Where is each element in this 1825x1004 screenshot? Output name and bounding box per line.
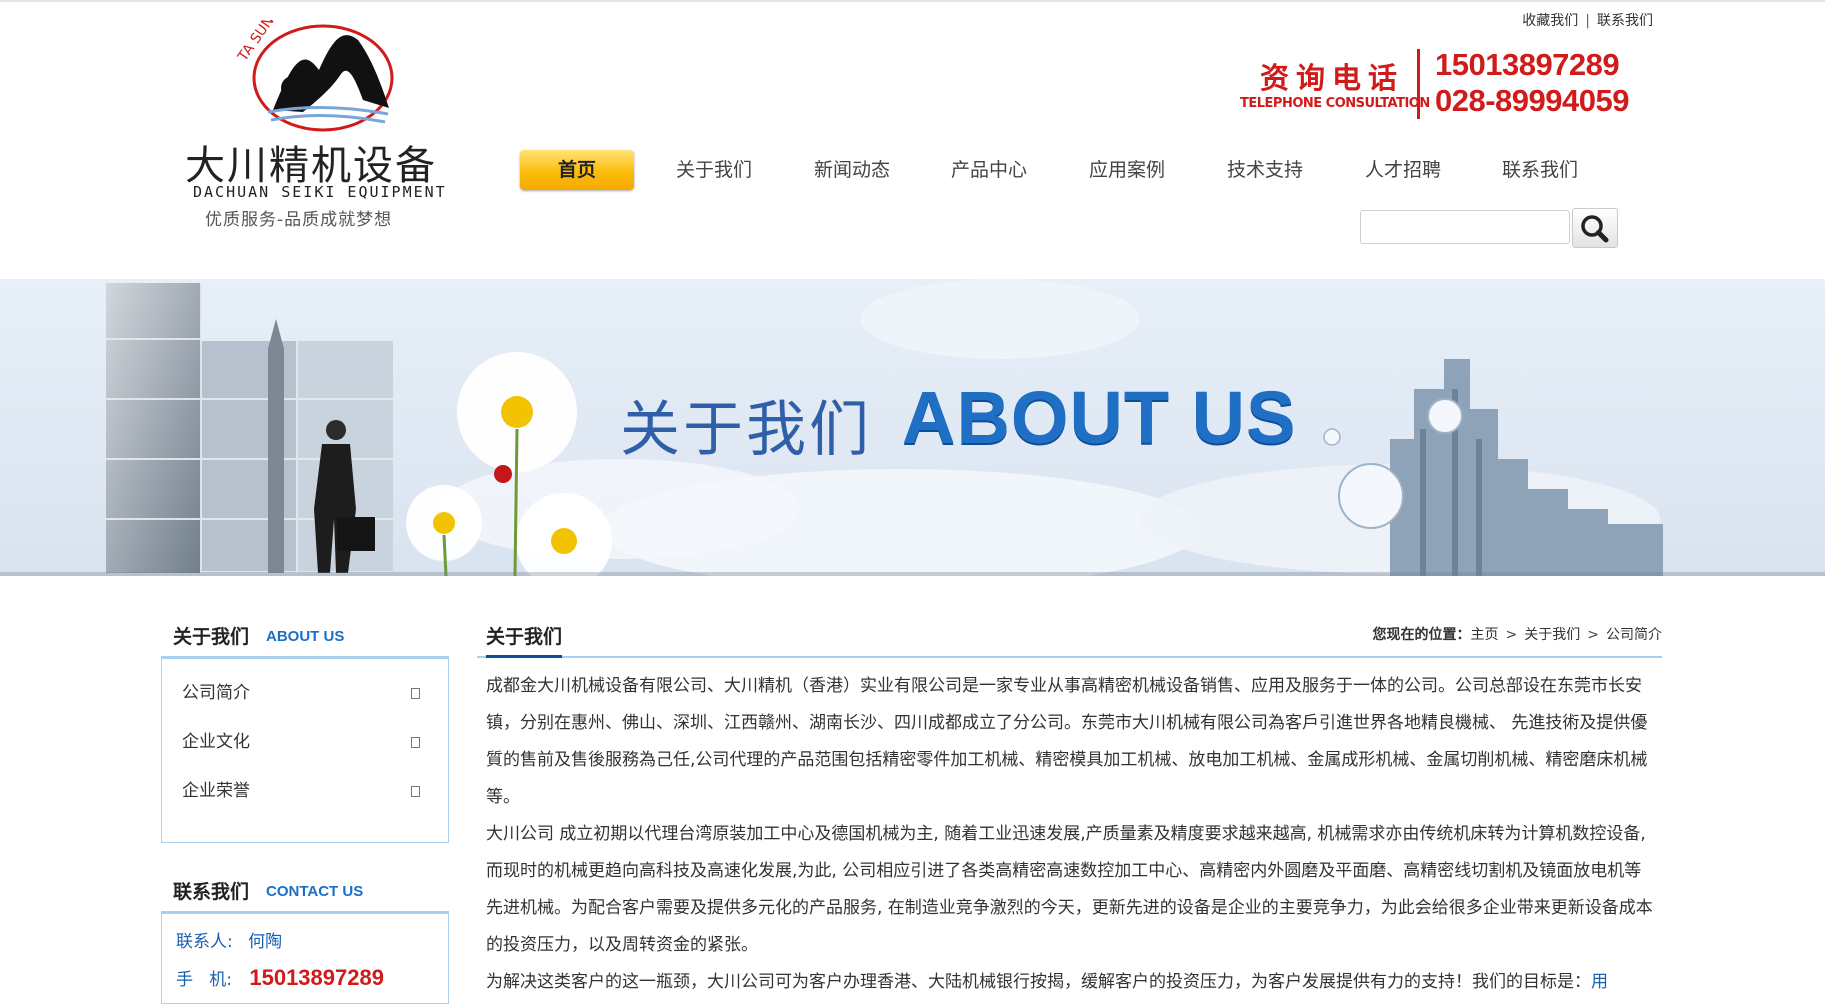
article-paragraph: 大川公司 成立初期以代理台湾原装加工中心及德国机械为主, 随着工业迅速发展,产质… bbox=[486, 824, 1653, 955]
bookmark-link[interactable]: 收藏我们 bbox=[1522, 13, 1578, 29]
logo-slogan: 优质服务-品质成就梦想 bbox=[205, 210, 393, 230]
nav-item-about[interactable]: 关于我们 bbox=[676, 150, 752, 190]
nav-item-home[interactable]: 首页 bbox=[520, 150, 634, 190]
nav-item-contact[interactable]: 联系我们 bbox=[1502, 150, 1578, 190]
search-input[interactable] bbox=[1360, 210, 1570, 244]
sidebar-contact-title-cn: 联系我们 bbox=[173, 881, 250, 903]
breadcrumb-home[interactable]: 主页 bbox=[1471, 627, 1499, 643]
page-title: 关于我们 bbox=[486, 622, 563, 658]
search-button[interactable] bbox=[1572, 208, 1618, 248]
nav-item-jobs[interactable]: 人才招聘 bbox=[1365, 150, 1441, 190]
contact-top-link[interactable]: 联系我们 bbox=[1597, 13, 1653, 29]
sidebar-about-header: 关于我们 ABOUT US bbox=[161, 616, 449, 659]
sidebar-about-title-en: ABOUT US bbox=[266, 628, 345, 645]
sidebar-contact-title-en: CONTACT US bbox=[266, 883, 364, 900]
contact-mobile: 手 机: 15013897289 bbox=[162, 960, 448, 996]
nav-item-news[interactable]: 新闻动态 bbox=[814, 150, 890, 190]
top-links-separator: | bbox=[1585, 13, 1590, 29]
breadcrumb-current[interactable]: 公司简介 bbox=[1606, 627, 1662, 643]
contact-person-value: 何陶 bbox=[248, 932, 283, 952]
top-links: 收藏我们 | 联系我们 bbox=[1522, 10, 1653, 30]
site-logo[interactable]: TA SUN 大川精机设备 DACHUAN SEIKI EQUIPMENT 优质… bbox=[183, 20, 453, 230]
about-banner: 关于我们 ABOUT US bbox=[0, 279, 1825, 576]
nav-item-support[interactable]: 技术支持 bbox=[1227, 150, 1303, 190]
banner-bottom-shadow bbox=[0, 572, 1825, 576]
sidebar-item-profile[interactable]: 公司简介 bbox=[162, 669, 448, 718]
sidebar-about-title-cn: 关于我们 bbox=[173, 626, 250, 648]
contact-mobile-value: 15013897289 bbox=[249, 965, 384, 990]
logo-mark-icon: TA SUN bbox=[235, 20, 394, 132]
breadcrumb-prefix: 您现在的位置： bbox=[1372, 627, 1471, 643]
main-header: 关于我们 您现在的位置：主页 > 关于我们 > 公司简介 bbox=[477, 616, 1662, 658]
square-icon bbox=[411, 737, 420, 748]
sidebar-contact: 联系我们 CONTACT US 联系人: 何陶 手 机: 15013897289 bbox=[161, 871, 449, 1004]
sidebar-contact-header: 联系我们 CONTACT US bbox=[161, 871, 449, 914]
contact-person-label: 联系人: bbox=[176, 932, 233, 952]
nav-item-cases[interactable]: 应用案例 bbox=[1089, 150, 1165, 190]
chevron-right-icon: > bbox=[1505, 627, 1518, 643]
phone-block: 资询电话 TELEPHONE CONSULTATION 15013897289 … bbox=[1240, 47, 1629, 127]
search-box bbox=[1360, 208, 1618, 248]
phone-label-en: TELEPHONE CONSULTATION bbox=[1240, 96, 1430, 111]
phone-label-cn: 资询电话 bbox=[1260, 61, 1405, 95]
logo-name-en: DACHUAN SEIKI EQUIPMENT bbox=[193, 183, 447, 201]
sidebar-item-culture[interactable]: 企业文化 bbox=[162, 718, 448, 767]
sidebar-item-label: 公司简介 bbox=[182, 683, 250, 703]
breadcrumb: 您现在的位置：主页 > 关于我们 > 公司简介 bbox=[1373, 624, 1662, 644]
article-paragraph: 成都金大川机械设备有限公司、大川精机（香港）实业有限公司是一家专业从事高精密机械… bbox=[486, 676, 1648, 807]
sidebar-item-label: 企业文化 bbox=[182, 732, 250, 752]
banner-title-en: ABOUT US bbox=[902, 376, 1297, 459]
sidebar-item-label: 企业荣誉 bbox=[182, 781, 250, 801]
site-header: TA SUN 大川精机设备 DACHUAN SEIKI EQUIPMENT 优质… bbox=[0, 2, 1825, 278]
article-paragraph: 为解决这类客户的这一瓶颈，大川公司可为客户办理香港、大陆机械银行按揭，缓解客户的… bbox=[486, 964, 1654, 1001]
phone-number-mobile: 15013897289 bbox=[1435, 47, 1620, 82]
nav-item-products[interactable]: 产品中心 bbox=[951, 150, 1027, 190]
sidebar-item-honors[interactable]: 企业荣誉 bbox=[162, 767, 448, 816]
banner-title-cn: 关于我们 bbox=[620, 395, 872, 465]
article-paragraph-text: 为解决这类客户的这一瓶颈，大川公司可为客户办理香港、大陆机械银行按揭，缓解客户的… bbox=[486, 972, 1591, 992]
sidebar-about-list: 公司简介 企业文化 企业荣誉 bbox=[161, 659, 449, 843]
contact-mobile-label: 手 机: bbox=[176, 970, 232, 990]
contact-person: 联系人: 何陶 bbox=[162, 924, 448, 960]
square-icon bbox=[411, 688, 420, 699]
sidebar-contact-body: 联系人: 何陶 手 机: 15013897289 bbox=[161, 914, 449, 1004]
square-icon bbox=[411, 786, 420, 797]
search-icon bbox=[1581, 215, 1609, 243]
article-inline-link[interactable]: 用 bbox=[1591, 972, 1608, 992]
article-body: 成都金大川机械设备有限公司、大川精机（香港）实业有限公司是一家专业从事高精密机械… bbox=[486, 668, 1654, 1001]
breadcrumb-about[interactable]: 关于我们 bbox=[1524, 627, 1580, 643]
sidebar-about: 关于我们 ABOUT US 公司简介 企业文化 企业荣誉 bbox=[161, 616, 449, 843]
phone-number-landline: 028-89994059 bbox=[1435, 83, 1629, 118]
chevron-right-icon: > bbox=[1587, 627, 1599, 643]
phone-divider bbox=[1417, 49, 1420, 119]
